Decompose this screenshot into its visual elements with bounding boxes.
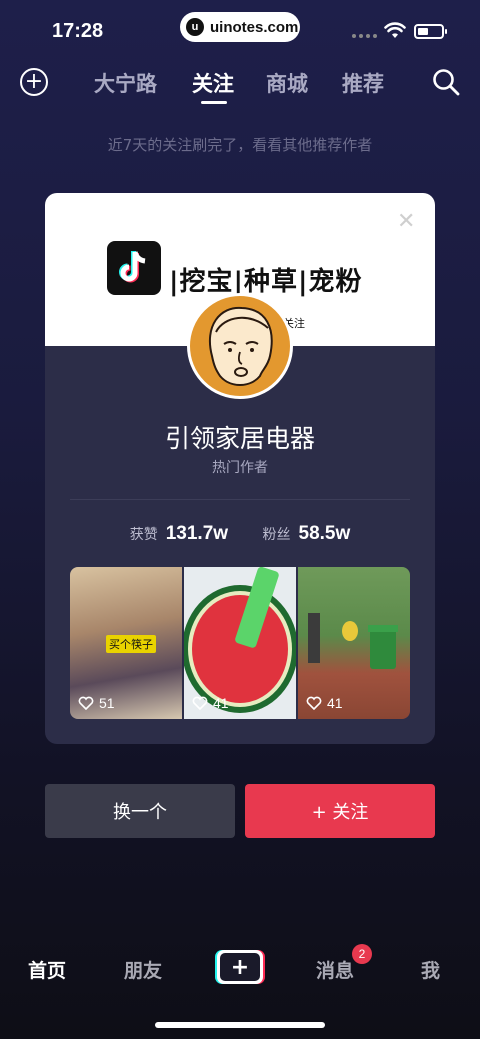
message-badge: 2 [352,944,372,964]
top-nav: + 大宁路 关注 商城 推荐 [0,60,480,110]
video-likes: 51 [78,695,115,711]
create-button[interactable]: + [215,950,265,984]
active-tab-indicator [201,101,227,104]
video-likes: 41 [192,695,229,711]
create-plus-icon: + [220,953,260,981]
video-caption: 买个筷子 [106,635,156,653]
hint-text: 近7天的关注刷完了，看看其他推荐作者 [107,136,373,154]
author-stats: 获赞 131.7w 粉丝 58.5w [45,523,435,545]
heart-icon [306,696,322,710]
author-avatar[interactable] [187,293,293,399]
watermark-text: uinotes.com [210,18,299,36]
video-thumb-1[interactable]: 买个筷子 51 [70,567,182,719]
fans-label: 粉丝 [262,527,291,543]
video-thumb-3[interactable]: 41 [298,567,410,719]
search-icon[interactable] [432,68,460,96]
nav-friends[interactable]: 朋友 [124,956,162,983]
add-icon[interactable]: + [20,68,48,96]
watermark-logo-icon: u [186,18,204,36]
author-name[interactable]: 引领家居电器 [45,419,435,455]
follow-button[interactable]: + 关注 [245,784,435,838]
clock: 17:28 [52,20,104,42]
recommend-author-card[interactable]: ✕ |挖宝|种草|宠粉 关注 引领家居电器 热门作者 获赞 131.7w 粉丝 5 [45,193,435,744]
home-indicator[interactable] [155,1022,325,1028]
card-divider [70,499,410,500]
bottom-nav: 首页 朋友 + 消息 2 我 [0,940,480,1000]
close-icon[interactable]: ✕ [397,209,415,234]
watermark-badge: u uinotes.com [180,12,300,42]
nav-home[interactable]: 首页 [28,956,66,983]
likes-label: 获赞 [129,527,158,543]
video-thumb-2[interactable]: 41 [184,567,296,719]
author-role: 热门作者 [212,460,268,476]
tab-following[interactable]: 关注 [192,68,234,98]
fans-value: 58.5w [298,523,351,544]
tiktok-logo-icon [107,241,161,295]
heart-icon [192,696,208,710]
heart-icon [78,696,94,710]
tab-recommend[interactable]: 推荐 [342,68,384,98]
likes-value: 131.7w [165,523,229,544]
switch-button[interactable]: 换一个 [45,784,235,838]
video-thumbnails: 买个筷子 51 41 41 [70,567,410,719]
nav-messages[interactable]: 消息 [316,956,354,983]
banner-slogan: |挖宝|种草|宠粉 [169,267,363,297]
nav-me[interactable]: 我 [421,956,440,983]
signal-icon [352,34,377,38]
battery-icon [414,24,447,39]
tab-nearby[interactable]: 大宁路 [94,68,157,98]
status-bar: 17:28 u uinotes.com [0,0,480,60]
tab-mall[interactable]: 商城 [266,68,308,98]
avatar-face-illustration [209,306,273,386]
wifi-icon [384,22,406,38]
video-likes: 41 [306,695,343,711]
